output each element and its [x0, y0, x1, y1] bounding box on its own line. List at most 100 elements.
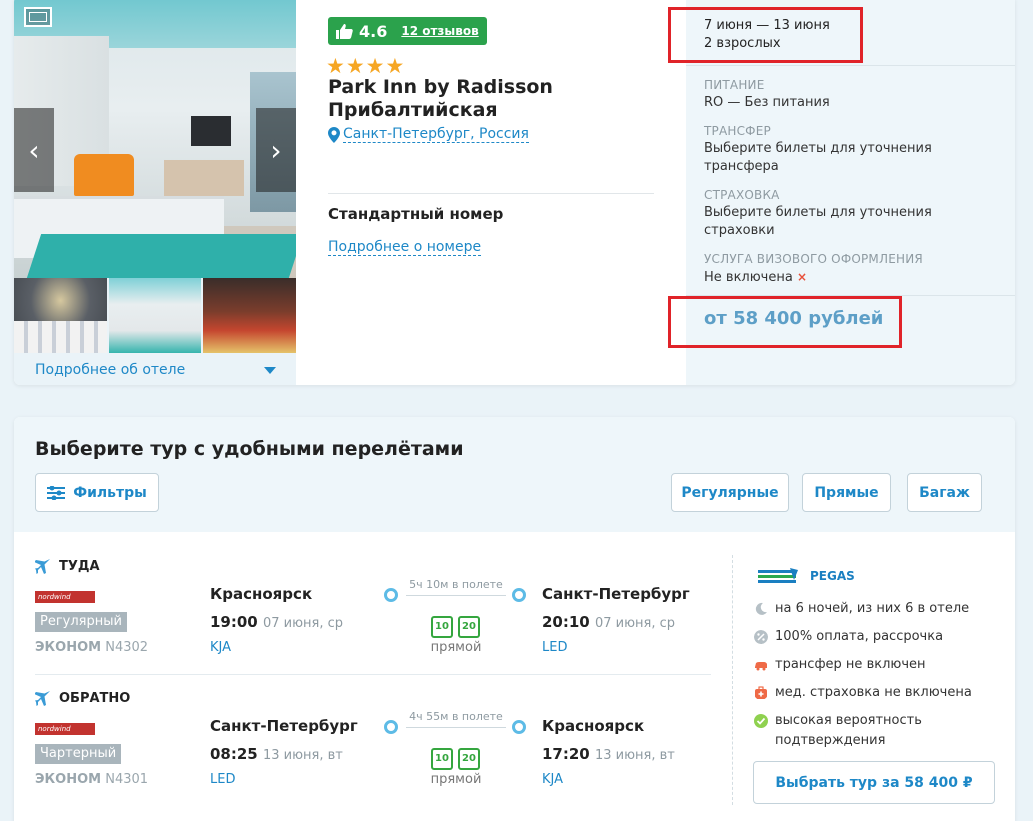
divider: [328, 193, 654, 194]
tours-title: Выберите тур с удобными перелётами: [35, 438, 464, 460]
transfer-label: ТРАНСФЕР: [704, 124, 771, 138]
filter-baggage-button[interactable]: Багаж: [907, 473, 982, 512]
visa-label: УСЛУГА ВИЗОВОГО ОФОРМЛЕНИЯ: [704, 252, 923, 266]
filter-regular-button[interactable]: Регулярные: [671, 473, 789, 512]
arrival-airport-code[interactable]: KJA: [542, 772, 563, 787]
time-value: 17:20: [542, 745, 590, 763]
airline-logo: nordwind airlines: [35, 723, 95, 745]
tours-header: Выберите тур с удобными перелётами Фильт…: [14, 417, 1015, 532]
route-end-dot: [512, 588, 526, 602]
visa-value-row: Не включена ×: [704, 268, 964, 287]
medical-kit-icon: [755, 686, 767, 699]
flight-type-badge: Регулярный: [35, 612, 127, 632]
rating-badge[interactable]: 4.6 12 отзывов: [328, 17, 487, 45]
feature-insurance-text: мед. страховка не включена: [775, 685, 972, 700]
direct-flight-label: прямой: [430, 772, 482, 787]
meal-value: RO — Без питания: [704, 95, 830, 110]
chevron-right-icon: ›: [270, 133, 282, 167]
route-end-dot: [512, 720, 526, 734]
feature-nights-text: на 6 ночей, из них 6 в отеле: [775, 601, 970, 616]
flight-duration: 4ч 55м в полете: [409, 710, 503, 723]
moon-icon: [755, 602, 767, 615]
feature-nights: на 6 ночей, из них 6 в отеле: [754, 599, 994, 619]
feature-insurance: мед. страховка не включена: [754, 683, 994, 703]
direct-flight-label: прямой: [430, 640, 482, 655]
highlight-box-dates: [668, 7, 863, 63]
insurance-value: Выберите билеты для уточнения страховки: [704, 205, 932, 238]
outbound-heading: ТУДА: [35, 558, 100, 574]
highlight-box-price: [668, 296, 902, 348]
time-value: 20:10: [542, 613, 590, 631]
feature-transfer-text: трансфер не включен: [775, 657, 926, 672]
hand-luggage-icon: 10: [431, 748, 453, 770]
gallery-next-button[interactable]: ›: [256, 108, 296, 192]
baggage-icon: 20: [458, 748, 480, 770]
choose-tour-button[interactable]: Выбрать тур за 58 400 ₽: [753, 761, 995, 804]
reviews-link[interactable]: 12 отзывов: [401, 24, 478, 38]
date-value: 07 июня, ср: [262, 616, 344, 631]
fare-class: ЭКОНОМ: [35, 640, 102, 655]
car-icon: [755, 662, 767, 671]
thumbs-up-icon: [336, 23, 353, 39]
baggage-icon: 20: [458, 616, 480, 638]
hand-luggage-icon: 10: [431, 616, 453, 638]
percent-icon: [754, 630, 768, 644]
plane-icon: [35, 559, 50, 574]
chevron-down-icon[interactable]: [264, 367, 276, 374]
chevron-left-icon: ‹: [28, 133, 40, 167]
route-line: [406, 595, 506, 596]
hotel-main-photo[interactable]: [14, 0, 296, 278]
gallery-thumbnails: [14, 278, 297, 353]
flight-class: ЭКОНОМ N4302: [35, 640, 148, 655]
feature-payment-text: 100% оплата, рассрочка: [775, 629, 944, 644]
visa-value: Не включена: [704, 270, 793, 285]
divider: [35, 674, 711, 675]
gallery-thumbnail[interactable]: [108, 278, 202, 353]
date-value: 13 июня, вт: [262, 748, 343, 763]
transfer-value: Выберите билеты для уточнения трансфера: [704, 141, 932, 174]
departure-city: Санкт-Петербург: [210, 717, 358, 735]
room-type: Стандартный номер: [328, 205, 504, 223]
date-value: 07 июня, ср: [594, 616, 676, 631]
hotel-gallery: ‹ › Подробнее об отеле: [14, 0, 297, 385]
inbound-label: ОБРАТНО: [59, 690, 131, 706]
hotel-location: Санкт-Петербург, Россия: [343, 126, 529, 143]
location-pin-icon: [328, 126, 340, 143]
arrival-time: 20:10 07 июня, ср: [542, 613, 675, 631]
hotel-name: Park Inn by Radisson Прибалтийская: [328, 76, 553, 121]
gallery-prev-button[interactable]: ‹: [14, 108, 54, 192]
departure-city: Красноярск: [210, 585, 313, 603]
departure-airport-code[interactable]: LED: [210, 772, 235, 787]
route-start-dot: [384, 588, 398, 602]
filters-button-label: Фильтры: [73, 484, 147, 501]
departure-airport-code[interactable]: KJA: [210, 640, 231, 655]
date-value: 13 июня, вт: [594, 748, 675, 763]
inbound-heading: ОБРАТНО: [35, 690, 130, 706]
flight-number: N4301: [105, 772, 149, 787]
cross-icon: ×: [796, 270, 808, 284]
airline-logo: nordwind airlines: [35, 591, 95, 613]
filters-button[interactable]: Фильтры: [35, 473, 159, 512]
pegas-logo-icon: PEGAS: [758, 568, 855, 583]
arrival-airport-code[interactable]: LED: [542, 640, 567, 655]
feature-confirmation-text: высокая вероятность подтверждения: [775, 713, 922, 748]
route-start-dot: [384, 720, 398, 734]
svg-text:PEGAS: PEGAS: [810, 569, 855, 583]
filter-direct-button[interactable]: Прямые: [802, 473, 891, 512]
arrival-city: Красноярск: [542, 717, 645, 735]
insurance-label: СТРАХОВКА: [704, 188, 780, 202]
flight-duration: 5ч 10м в полете: [409, 578, 503, 591]
gallery-thumbnail[interactable]: [203, 278, 297, 353]
gallery-thumbnail[interactable]: [14, 278, 107, 353]
flight-type-badge: Чартерный: [35, 744, 122, 764]
feature-payment: 100% оплата, рассрочка: [754, 627, 994, 647]
divider: [732, 555, 733, 805]
fullscreen-icon[interactable]: [24, 7, 52, 27]
hotel-more-link[interactable]: Подробнее об отеле: [35, 362, 185, 378]
feature-transfer: трансфер не включен: [754, 655, 994, 675]
departure-time: 19:00 07 июня, ср: [210, 613, 343, 631]
flight-class: ЭКОНОМ N4301: [35, 772, 148, 787]
flight-number: N4302: [105, 640, 149, 655]
room-more-link[interactable]: Подробнее о номере: [328, 239, 482, 256]
hotel-location-link[interactable]: Санкт-Петербург, Россия: [328, 126, 529, 143]
